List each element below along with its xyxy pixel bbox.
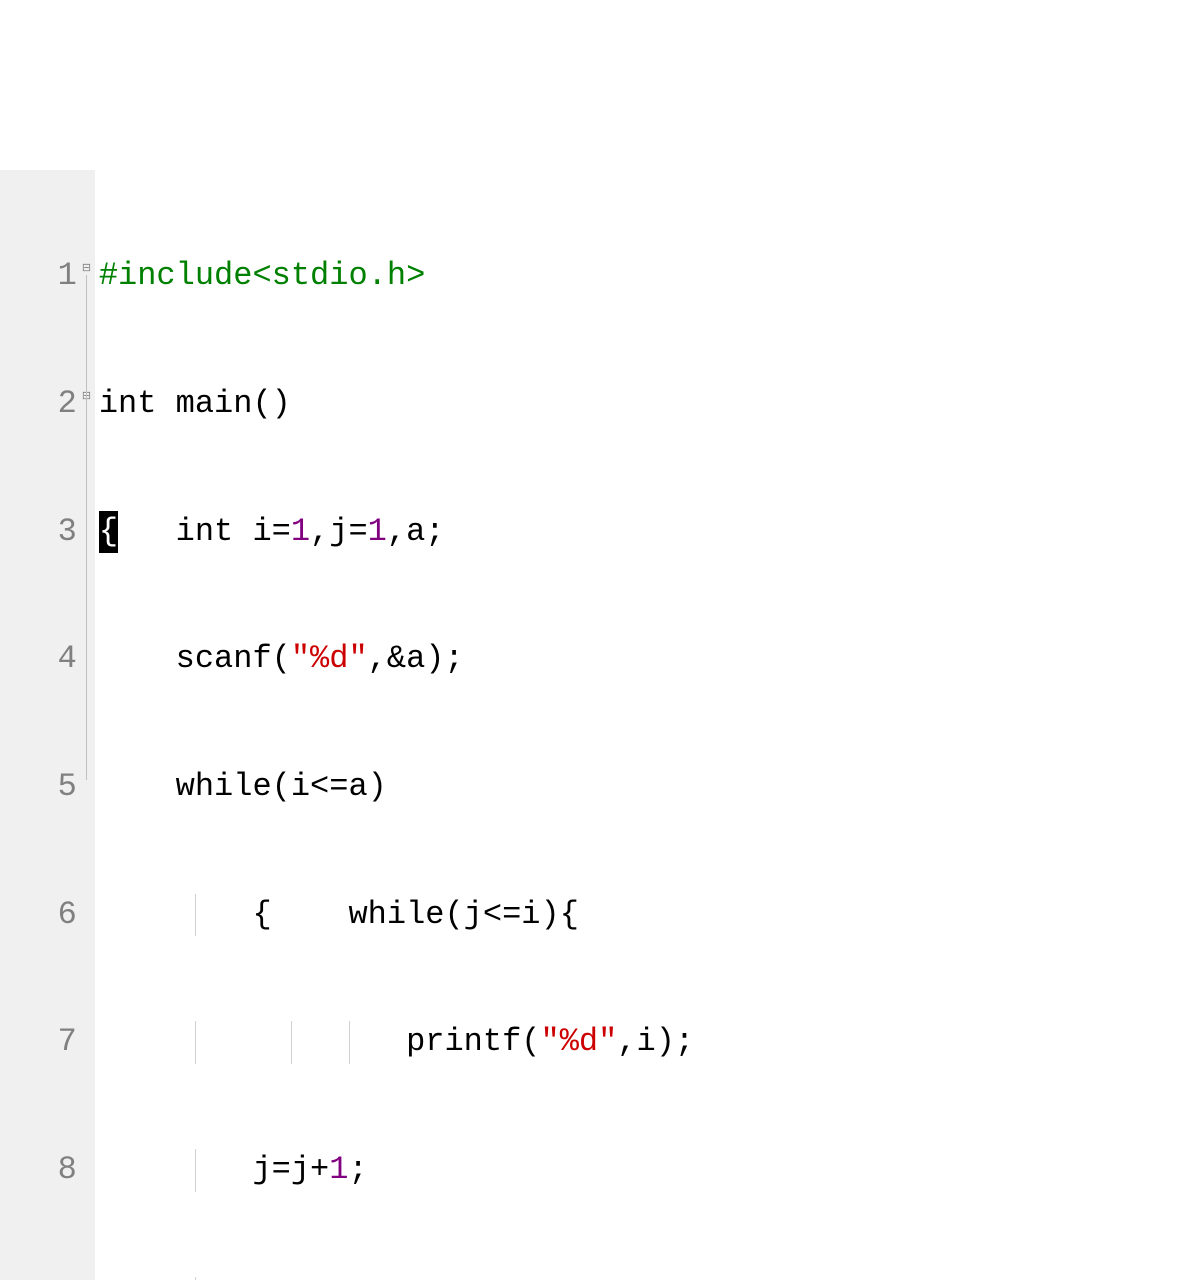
indent-guide (349, 1021, 350, 1064)
line-number[interactable]: 7 (0, 1021, 77, 1064)
code-line[interactable]: { while(j<=i){ (99, 894, 1204, 937)
string-literal: "%d" (291, 640, 368, 677)
code-line[interactable]: #include<stdio.h> (99, 255, 1204, 298)
indent-guide (195, 1021, 196, 1064)
code-text: scanf( (99, 640, 291, 677)
indent-guide (291, 1021, 292, 1064)
line-number[interactable]: 1 (0, 255, 77, 298)
code-line[interactable]: int main() (99, 383, 1204, 426)
code-text: j=j+ (99, 1151, 329, 1188)
code-text: int main() (99, 385, 291, 422)
code-text: ,&a); (368, 640, 464, 677)
string-literal: "%d" (540, 1023, 617, 1060)
code-text: } (99, 1279, 272, 1280)
code-text: { while(j<=i){ (99, 896, 579, 933)
cursor: { (99, 511, 118, 554)
code-line[interactable]: } (99, 1277, 1204, 1280)
code-line[interactable]: printf("%d",i); (99, 1021, 1204, 1064)
indent-guide (195, 1277, 196, 1280)
line-number[interactable]: 9 (0, 1277, 77, 1280)
code-text: ,a; (387, 513, 445, 550)
code-text: printf( (99, 1023, 541, 1060)
preprocessor-text: #include<stdio.h> (99, 257, 425, 294)
line-number[interactable]: 3 (0, 511, 77, 554)
line-number[interactable]: 8 (0, 1149, 77, 1192)
line-number[interactable]: 5 (0, 766, 77, 809)
code-text: ; (348, 1151, 367, 1188)
indent-guide (195, 894, 196, 937)
line-number[interactable]: 2 (0, 383, 77, 426)
number-literal: 1 (329, 1151, 348, 1188)
fold-guide (86, 275, 87, 780)
code-line[interactable]: while(i<=a) (99, 766, 1204, 809)
code-text: int i= (118, 513, 291, 550)
line-number[interactable]: 6 (0, 894, 77, 937)
number-literal: 1 (368, 513, 387, 550)
code-area[interactable]: #include<stdio.h> int main() { int i=1,j… (95, 170, 1204, 1280)
fold-gutter: ⊟ ⊟ (81, 170, 95, 1280)
code-line[interactable]: j=j+1; (99, 1149, 1204, 1192)
code-editor: 1 2 3 4 5 6 7 8 9 10 11 12 13 14 15 ⊟ ⊟ … (0, 170, 1204, 1280)
code-text: ,i); (617, 1023, 694, 1060)
code-line[interactable]: scanf("%d",&a); (99, 638, 1204, 681)
code-text: while(i<=a) (99, 768, 387, 805)
line-number[interactable]: 4 (0, 638, 77, 681)
code-text: ,j= (310, 513, 368, 550)
code-line[interactable]: { int i=1,j=1,a; (99, 511, 1204, 554)
indent-guide (195, 1149, 196, 1192)
number-literal: 1 (291, 513, 310, 550)
line-number-gutter: 1 2 3 4 5 6 7 8 9 10 11 12 13 14 15 (0, 170, 81, 1280)
